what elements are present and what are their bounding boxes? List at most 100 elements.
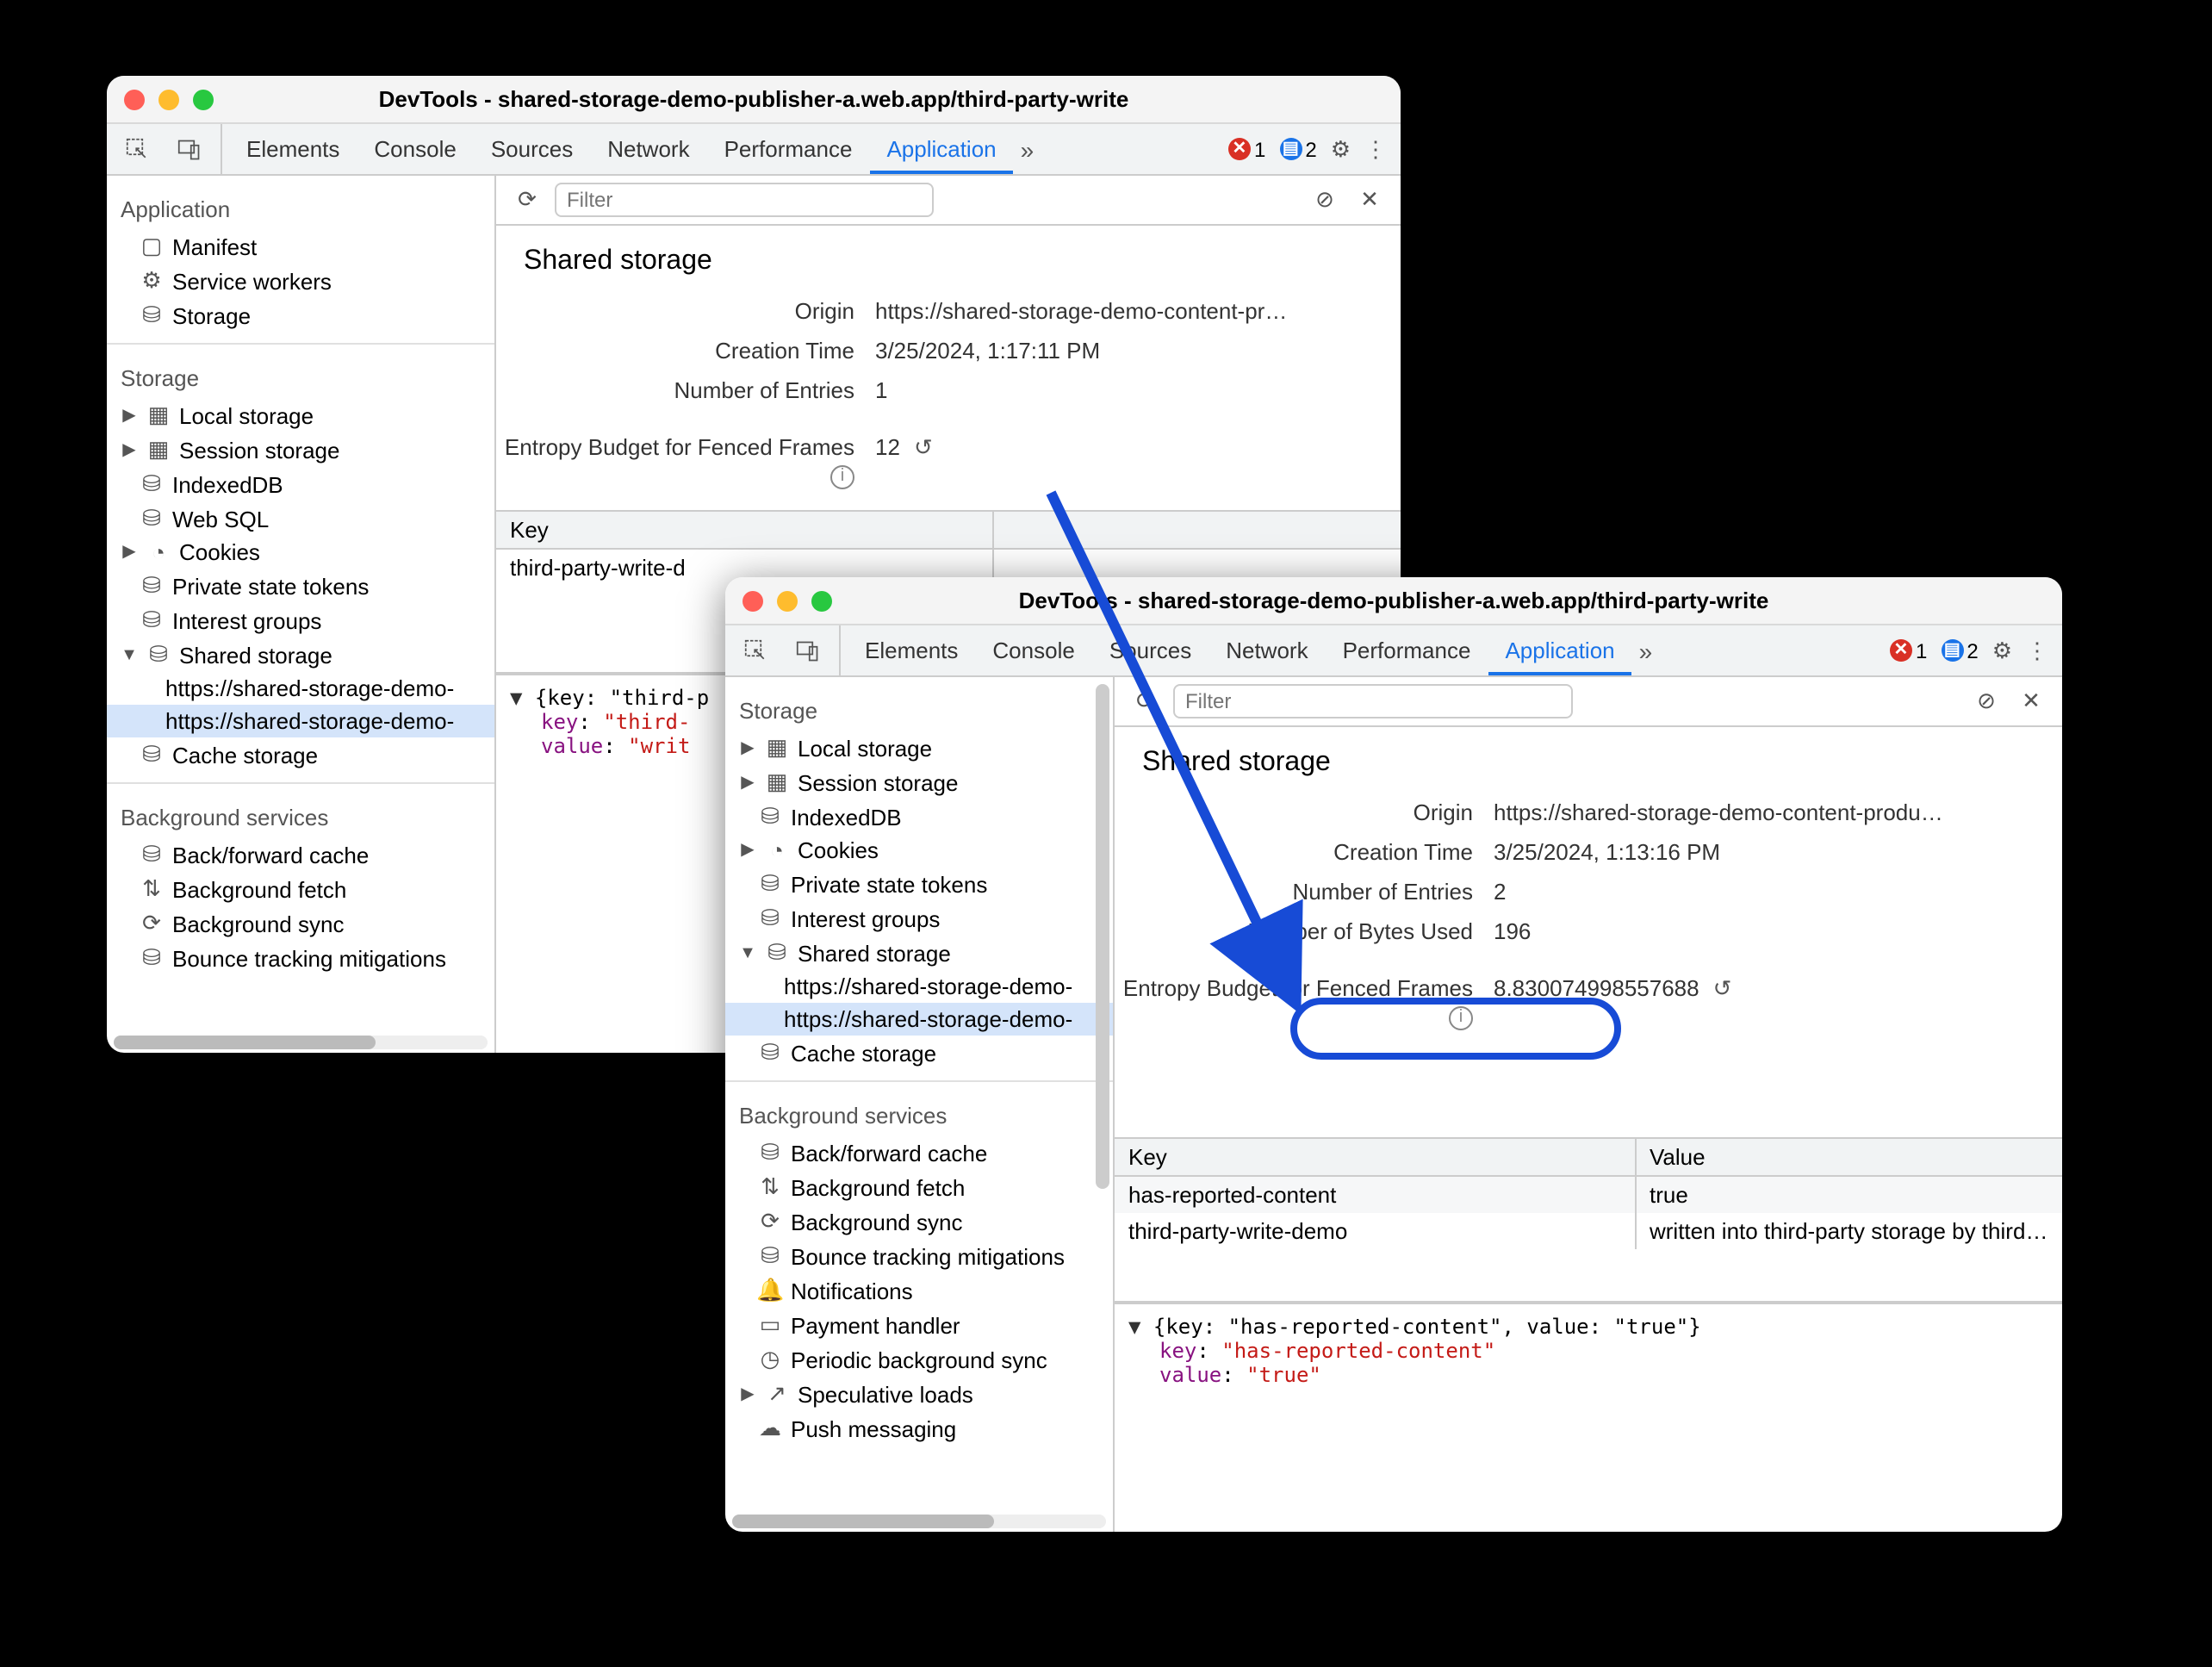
block-icon[interactable]: ⊘	[1308, 183, 1342, 217]
disclosure-triangle-icon[interactable]: ▼	[1128, 1314, 1153, 1338]
zoom-window-button[interactable]	[811, 590, 832, 611]
sidebar-item-manifest[interactable]: ▢Manifest	[107, 229, 494, 264]
tab-performance[interactable]: Performance	[707, 124, 870, 174]
kebab-menu-icon[interactable]: ⋮	[2026, 637, 2048, 664]
settings-icon[interactable]: ⚙	[1992, 637, 2012, 664]
sidebar-item-service-workers[interactable]: ⚙Service workers	[107, 264, 494, 298]
filter-input[interactable]	[555, 183, 933, 217]
main-panel: ⟳ ⊘ ✕ Shared storage Originhttps://share…	[1115, 677, 2062, 1532]
database-icon: ⛁	[138, 606, 165, 634]
minimize-window-button[interactable]	[158, 89, 179, 109]
sidebar-item-bounce-tracking[interactable]: ⛁Bounce tracking mitigations	[107, 941, 494, 975]
sidebar-scrollbar-h[interactable]	[732, 1515, 1106, 1528]
refresh-icon[interactable]: ⟳	[1128, 684, 1163, 718]
close-window-button[interactable]	[743, 590, 763, 611]
undo-icon[interactable]: ↺	[914, 434, 933, 460]
sidebar-item-indexeddb[interactable]: ⛁IndexedDB	[725, 799, 1113, 834]
undo-icon[interactable]: ↺	[1713, 975, 1732, 1001]
tab-elements[interactable]: Elements	[848, 625, 975, 675]
sidebar-item-cookies[interactable]: ▶◔Cookies	[725, 834, 1113, 867]
table-header-key[interactable]: Key	[1115, 1138, 1636, 1174]
sidebar-item-private-state-tokens[interactable]: ⛁Private state tokens	[725, 867, 1113, 901]
sidebar-item-notifications[interactable]: 🔔Notifications	[725, 1273, 1113, 1308]
sidebar-item-interest-groups[interactable]: ⛁Interest groups	[725, 901, 1113, 936]
sidebar-item-local-storage[interactable]: ▶▦Local storage	[725, 731, 1113, 765]
sidebar-item-push-messaging[interactable]: ☁Push messaging	[725, 1411, 1113, 1446]
minimize-window-button[interactable]	[777, 590, 798, 611]
sidebar-item-periodic-sync[interactable]: ◷Periodic background sync	[725, 1342, 1113, 1377]
more-tabs-icon[interactable]: »	[1632, 637, 1660, 664]
sidebar-item-local-storage[interactable]: ▶▦Local storage	[107, 398, 494, 432]
close-icon[interactable]: ✕	[1352, 183, 1387, 217]
disclosure-triangle-icon[interactable]: ▼	[510, 685, 535, 709]
sidebar-item-cache-storage[interactable]: ⛁Cache storage	[107, 737, 494, 772]
sidebar-scrollbar-v[interactable]	[1096, 684, 1109, 1525]
tab-network[interactable]: Network	[590, 124, 706, 174]
sidebar-item-bounce-tracking[interactable]: ⛁Bounce tracking mitigations	[725, 1239, 1113, 1273]
sidebar-item-background-fetch[interactable]: ⇅Background fetch	[107, 872, 494, 906]
info-count[interactable]: ▤2	[1941, 638, 1978, 662]
sidebar-item-websql[interactable]: ⛁Web SQL	[107, 501, 494, 536]
tab-console[interactable]: Console	[357, 124, 473, 174]
sidebar-item-indexeddb[interactable]: ⛁IndexedDB	[107, 467, 494, 501]
database-icon: ⛁	[756, 1139, 784, 1166]
tab-sources[interactable]: Sources	[1092, 625, 1209, 675]
tab-performance[interactable]: Performance	[1326, 625, 1488, 675]
filter-input[interactable]	[1173, 684, 1573, 718]
info-count[interactable]: ▤2	[1279, 137, 1316, 161]
refresh-icon[interactable]: ⟳	[510, 183, 544, 217]
sidebar-item-session-storage[interactable]: ▶▦Session storage	[725, 765, 1113, 799]
more-tabs-icon[interactable]: »	[1014, 135, 1041, 163]
sidebar-item-shared-origin-1[interactable]: https://shared-storage-demo-	[107, 672, 494, 705]
sidebar-item-shared-storage[interactable]: ▼⛁Shared storage	[725, 936, 1113, 970]
sidebar-item-cache-storage[interactable]: ⛁Cache storage	[725, 1036, 1113, 1070]
block-icon[interactable]: ⊘	[1969, 684, 2004, 718]
device-icon[interactable]	[172, 132, 207, 166]
sidebar-item-background-fetch[interactable]: ⇅Background fetch	[725, 1170, 1113, 1204]
info-icon[interactable]: i	[1449, 1005, 1473, 1029]
database-icon: ⛁	[138, 944, 165, 972]
sidebar-item-shared-origin-2[interactable]: https://shared-storage-demo-	[725, 1003, 1113, 1036]
inspect-icon[interactable]	[121, 132, 155, 166]
sidebar-item-background-sync[interactable]: ⟳Background sync	[725, 1204, 1113, 1239]
sidebar-item-cookies[interactable]: ▶◔Cookies	[107, 536, 494, 569]
table-row[interactable]: third-party-write-demowritten into third…	[1115, 1212, 2062, 1248]
sidebar-item-storage-app[interactable]: ⛁Storage	[107, 298, 494, 333]
sidebar-item-private-state-tokens[interactable]: ⛁Private state tokens	[107, 569, 494, 603]
tab-application[interactable]: Application	[869, 128, 1013, 174]
sidebar-item-shared-origin-2[interactable]: https://shared-storage-demo-	[107, 705, 494, 737]
sidebar-item-payment-handler[interactable]: ▭Payment handler	[725, 1308, 1113, 1342]
sidebar-item-interest-groups[interactable]: ⛁Interest groups	[107, 603, 494, 638]
info-icon[interactable]: i	[830, 464, 854, 488]
sidebar-item-shared-storage[interactable]: ▼⛁Shared storage	[107, 638, 494, 672]
sidebar-item-back-forward-cache[interactable]: ⛁Back/forward cache	[107, 837, 494, 872]
inspect-icon[interactable]	[739, 633, 774, 668]
section-application: Application	[107, 186, 494, 229]
sidebar-item-background-sync[interactable]: ⟳Background sync	[107, 906, 494, 941]
sidebar-scrollbar-h[interactable]	[114, 1036, 488, 1049]
tab-network[interactable]: Network	[1209, 625, 1325, 675]
sidebar-item-speculative-loads[interactable]: ▶↗Speculative loads	[725, 1377, 1113, 1411]
table-header-value[interactable]	[994, 511, 1401, 547]
close-window-button[interactable]	[124, 89, 145, 109]
sidebar-item-shared-origin-1[interactable]: https://shared-storage-demo-	[725, 970, 1113, 1003]
sidebar-item-session-storage[interactable]: ▶▦Session storage	[107, 432, 494, 467]
error-count[interactable]: ✕1	[1228, 137, 1265, 161]
error-count[interactable]: ✕1	[1890, 638, 1927, 662]
kebab-menu-icon[interactable]: ⋮	[1364, 135, 1387, 163]
chevron-right-icon: ▶	[121, 440, 138, 459]
device-icon[interactable]	[791, 633, 825, 668]
tab-console[interactable]: Console	[975, 625, 1091, 675]
settings-icon[interactable]: ⚙	[1331, 135, 1351, 163]
tab-sources[interactable]: Sources	[474, 124, 590, 174]
table-header-key[interactable]: Key	[496, 511, 994, 547]
zoom-window-button[interactable]	[193, 89, 214, 109]
tab-elements[interactable]: Elements	[229, 124, 357, 174]
sidebar-item-back-forward-cache[interactable]: ⛁Back/forward cache	[725, 1135, 1113, 1170]
table-row[interactable]: has-reported-contenttrue	[1115, 1176, 2062, 1212]
panel-heading: Shared storage	[496, 226, 1401, 291]
clock-icon: ◷	[756, 1346, 784, 1373]
tab-application[interactable]: Application	[1488, 629, 1631, 675]
table-header-value[interactable]: Value	[1636, 1138, 2062, 1174]
close-icon[interactable]: ✕	[2014, 684, 2048, 718]
